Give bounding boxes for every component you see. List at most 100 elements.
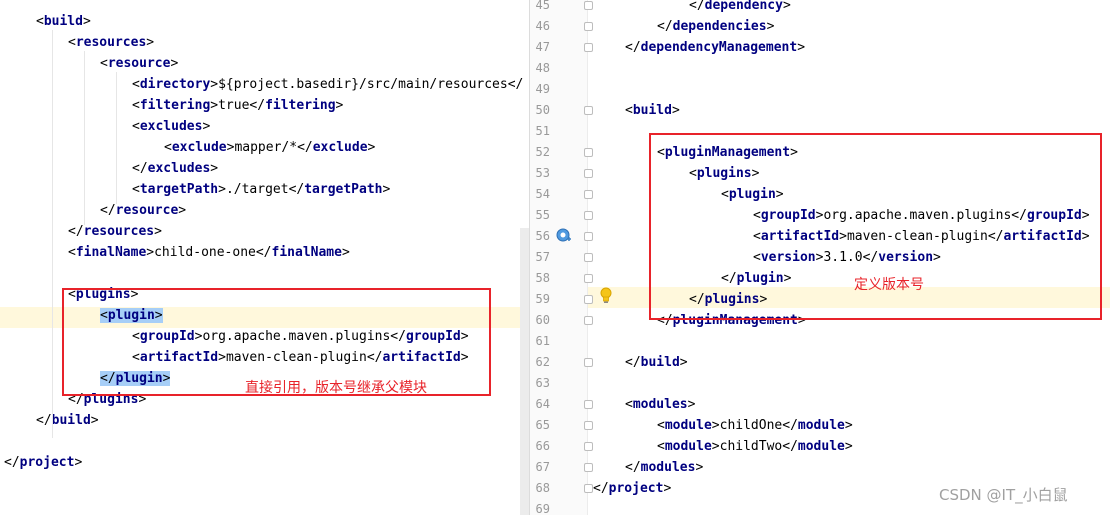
xml-bracket: < bbox=[68, 245, 76, 260]
line-number: 60 bbox=[535, 313, 550, 327]
code-line[interactable]: </excludes> bbox=[132, 158, 218, 179]
code-line[interactable]: <finalName>child-one-one</finalName> bbox=[68, 242, 350, 263]
xml-tag-name: targetPath bbox=[304, 182, 383, 197]
fold-marker[interactable] bbox=[584, 148, 593, 157]
xml-bracket: </ bbox=[782, 418, 798, 433]
code-line[interactable]: <build> bbox=[36, 11, 91, 32]
xml-bracket: </ bbox=[625, 355, 641, 370]
fold-marker[interactable] bbox=[584, 190, 593, 199]
indent-guide bbox=[116, 72, 117, 204]
xml-bracket: > bbox=[382, 182, 391, 197]
fold-marker[interactable] bbox=[584, 253, 593, 262]
xml-text: ${project.basedir}/src/main/resources bbox=[218, 77, 508, 92]
fold-marker[interactable] bbox=[584, 421, 593, 430]
xml-bracket: < bbox=[164, 140, 172, 155]
code-line[interactable]: </project> bbox=[4, 452, 82, 473]
xml-bracket: > bbox=[210, 98, 219, 113]
xml-bracket: > bbox=[146, 245, 155, 260]
right-editor-pane[interactable]: 45 </dependency> 46 </dependencies> 47 </depe… bbox=[530, 0, 1110, 515]
code-line[interactable]: </resources> bbox=[68, 221, 162, 242]
fold-marker[interactable] bbox=[584, 274, 593, 283]
xml-bracket: > bbox=[210, 161, 219, 176]
xml-bracket: > bbox=[663, 481, 672, 496]
fold-marker[interactable] bbox=[584, 316, 593, 325]
fold-marker[interactable] bbox=[584, 442, 593, 451]
code-line[interactable]: <modules> bbox=[625, 394, 695, 415]
code-line[interactable]: </dependencies> bbox=[657, 16, 774, 37]
left-annotation: 直接引用，版本号继承父模块 bbox=[245, 380, 427, 396]
xml-tag-name: exclude bbox=[312, 140, 368, 155]
fold-marker[interactable] bbox=[584, 211, 593, 220]
xml-bracket: > bbox=[170, 56, 179, 71]
code-line[interactable]: <module>childOne</module> bbox=[657, 415, 853, 436]
code-line[interactable]: <targetPath>./target</targetPath> bbox=[132, 179, 390, 200]
line-number: 66 bbox=[535, 439, 550, 453]
xml-text: childOne bbox=[719, 418, 783, 433]
xml-bracket: < bbox=[100, 56, 108, 71]
xml-tag-name: exclude bbox=[171, 140, 227, 155]
fold-marker[interactable] bbox=[584, 484, 593, 493]
maven-goal-icon[interactable] bbox=[556, 228, 572, 244]
xml-bracket: < bbox=[132, 77, 140, 92]
code-line[interactable]: <resource> bbox=[100, 53, 178, 74]
xml-bracket: > bbox=[178, 203, 187, 218]
xml-bracket: < bbox=[657, 439, 665, 454]
xml-tag-name: excludes bbox=[139, 119, 203, 134]
xml-tag-name: excludes bbox=[147, 161, 211, 176]
xml-tag-name: modules bbox=[640, 460, 696, 475]
code-line[interactable]: <filtering>true</filtering> bbox=[132, 95, 343, 116]
xml-tag-name: resource bbox=[115, 203, 179, 218]
xml-bracket: </ bbox=[625, 460, 641, 475]
line-number: 52 bbox=[535, 145, 550, 159]
code-line[interactable]: <resources> bbox=[68, 32, 154, 53]
code-line[interactable]: <module>childTwo</module> bbox=[657, 436, 853, 457]
code-line[interactable]: <build> bbox=[625, 100, 680, 121]
xml-tag-name: dependency bbox=[704, 0, 783, 13]
fold-marker[interactable] bbox=[584, 43, 593, 52]
code-line[interactable]: <directory>${project.basedir}/src/main/r… bbox=[132, 74, 523, 95]
code-line[interactable]: </build> bbox=[625, 352, 688, 373]
xml-text: child-one-one bbox=[154, 245, 256, 260]
fold-marker[interactable] bbox=[584, 1, 593, 10]
fold-marker[interactable] bbox=[584, 106, 593, 115]
xml-tag-name: build bbox=[43, 14, 83, 29]
left-editor-pane[interactable]: <build> <resources> <resource> <directory>$… bbox=[0, 0, 530, 515]
xml-tag-name: module bbox=[797, 418, 845, 433]
xml-bracket: </ bbox=[593, 481, 609, 496]
code-line[interactable]: </modules> bbox=[625, 457, 703, 478]
xml-text: childTwo bbox=[719, 439, 783, 454]
xml-text: true bbox=[218, 98, 250, 113]
line-number: 63 bbox=[535, 376, 550, 390]
xml-bracket: < bbox=[657, 418, 665, 433]
fold-marker[interactable] bbox=[584, 400, 593, 409]
xml-tag-name: project bbox=[19, 455, 75, 470]
fold-marker[interactable] bbox=[584, 169, 593, 178]
line-number: 51 bbox=[535, 124, 550, 138]
xml-bracket: < bbox=[68, 35, 76, 50]
xml-bracket: > bbox=[797, 40, 806, 55]
fold-marker[interactable] bbox=[584, 358, 593, 367]
code-line[interactable]: </resource> bbox=[100, 200, 186, 221]
fold-marker[interactable] bbox=[584, 232, 593, 241]
code-line[interactable]: </build> bbox=[36, 410, 99, 431]
code-line[interactable]: <excludes> bbox=[132, 116, 210, 137]
fold-marker[interactable] bbox=[584, 463, 593, 472]
xml-bracket: > bbox=[711, 439, 720, 454]
lightbulb-icon[interactable] bbox=[599, 287, 613, 305]
code-line[interactable]: <exclude>mapper/*</exclude> bbox=[164, 137, 375, 158]
code-line[interactable]: </dependency> bbox=[689, 0, 791, 16]
xml-bracket: > bbox=[782, 0, 791, 13]
line-number: 64 bbox=[535, 397, 550, 411]
xml-bracket: </ bbox=[625, 40, 641, 55]
watermark: CSDN @IT_小白鼠 bbox=[939, 486, 1068, 504]
xml-bracket: </ bbox=[782, 439, 798, 454]
fold-marker[interactable] bbox=[584, 295, 593, 304]
code-line[interactable]: </project> bbox=[593, 478, 671, 499]
code-line[interactable]: </dependencyManagement> bbox=[625, 37, 805, 58]
xml-tag-name: build bbox=[640, 355, 680, 370]
line-number: 59 bbox=[535, 292, 550, 306]
line-number: 55 bbox=[535, 208, 550, 222]
line-number: 45 bbox=[535, 0, 550, 12]
xml-tag-name: build bbox=[51, 413, 91, 428]
fold-marker[interactable] bbox=[584, 22, 593, 31]
